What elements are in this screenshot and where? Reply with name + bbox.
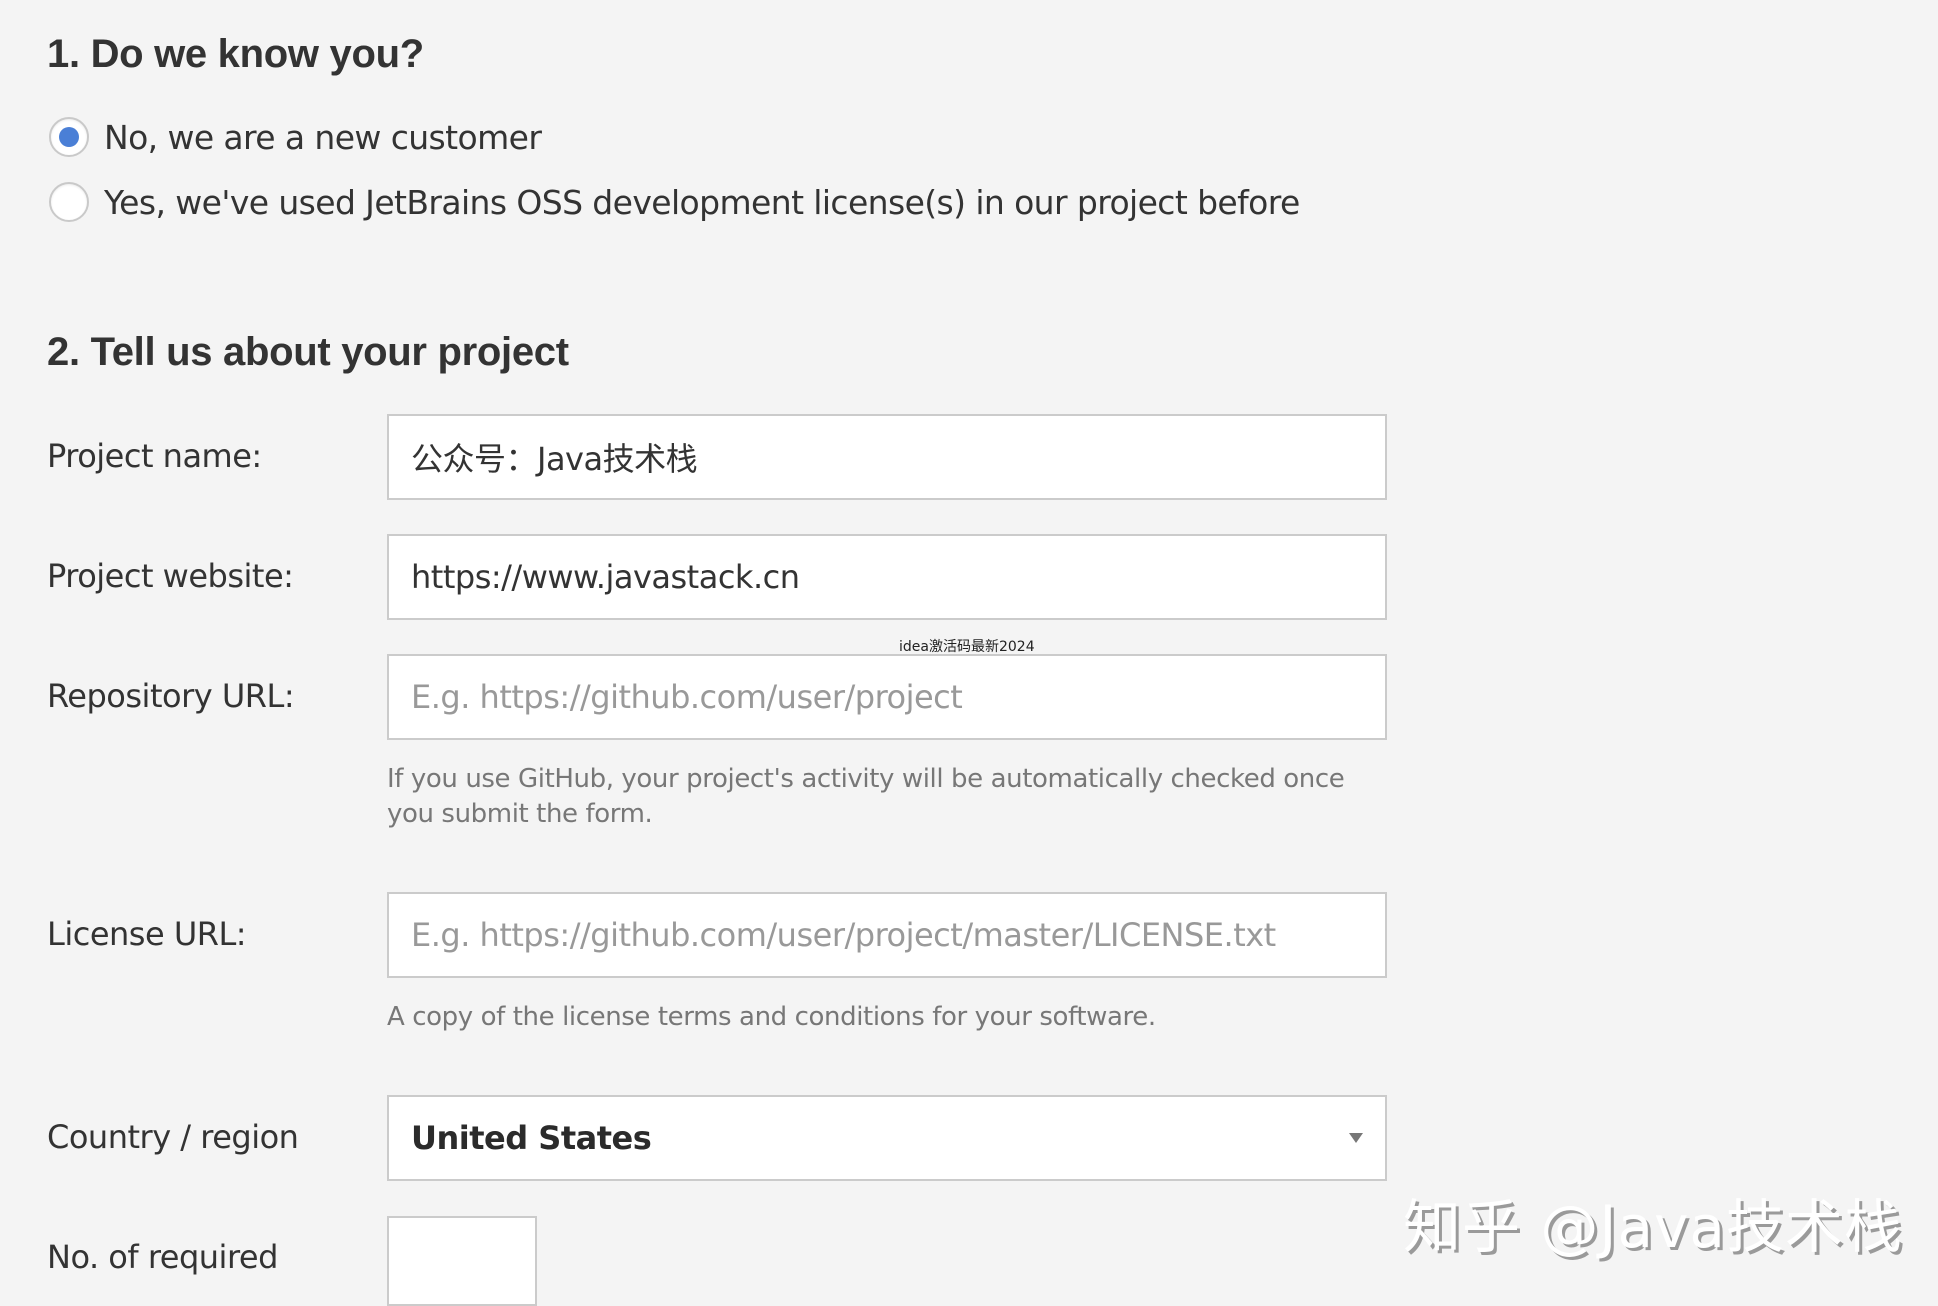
watermark: 知乎 @Java技术栈	[1403, 1193, 1903, 1261]
project-website-label: Project website:	[47, 557, 294, 595]
section-1-heading: 1. Do we know you?	[47, 32, 424, 76]
radio-label: No, we are a new customer	[104, 117, 542, 157]
project-name-value: 公众号：Java技术栈	[411, 440, 698, 478]
project-name-input[interactable]: 公众号：Java技术栈	[387, 414, 1387, 500]
country-select[interactable]: United States	[387, 1095, 1387, 1181]
overlay-note: idea激活码最新2024	[899, 639, 1035, 655]
repository-url-placeholder: E.g. https://github.com/user/project	[411, 678, 963, 716]
project-website-value: https://www.javastack.cn	[411, 558, 800, 596]
country-label: Country / region	[47, 1118, 299, 1156]
project-name-label: Project name:	[47, 437, 262, 475]
radio-new-customer[interactable]: No, we are a new customer	[49, 115, 542, 159]
country-selected-value: United States	[411, 1119, 652, 1157]
license-url-input[interactable]: E.g. https://github.com/user/project/mas…	[387, 892, 1387, 978]
radio-button-checked[interactable]	[49, 117, 89, 157]
project-website-input[interactable]: https://www.javastack.cn	[387, 534, 1387, 620]
license-url-help: A copy of the license terms and conditio…	[387, 1002, 1156, 1032]
repository-url-label: Repository URL:	[47, 677, 295, 715]
required-licenses-input[interactable]	[387, 1216, 537, 1306]
license-url-placeholder: E.g. https://github.com/user/project/mas…	[411, 916, 1276, 954]
radio-existing-customer[interactable]: Yes, we've used JetBrains OSS developmen…	[49, 180, 1300, 224]
chevron-down-icon	[1349, 1133, 1363, 1143]
section-2-heading: 2. Tell us about your project	[47, 330, 569, 374]
license-url-label: License URL:	[47, 915, 247, 953]
repository-url-input[interactable]: E.g. https://github.com/user/project	[387, 654, 1387, 740]
repository-url-help: If you use GitHub, your project's activi…	[387, 764, 1345, 829]
radio-label: Yes, we've used JetBrains OSS developmen…	[104, 182, 1300, 222]
radio-button[interactable]	[49, 182, 89, 222]
required-licenses-label: No. of required	[47, 1238, 278, 1276]
